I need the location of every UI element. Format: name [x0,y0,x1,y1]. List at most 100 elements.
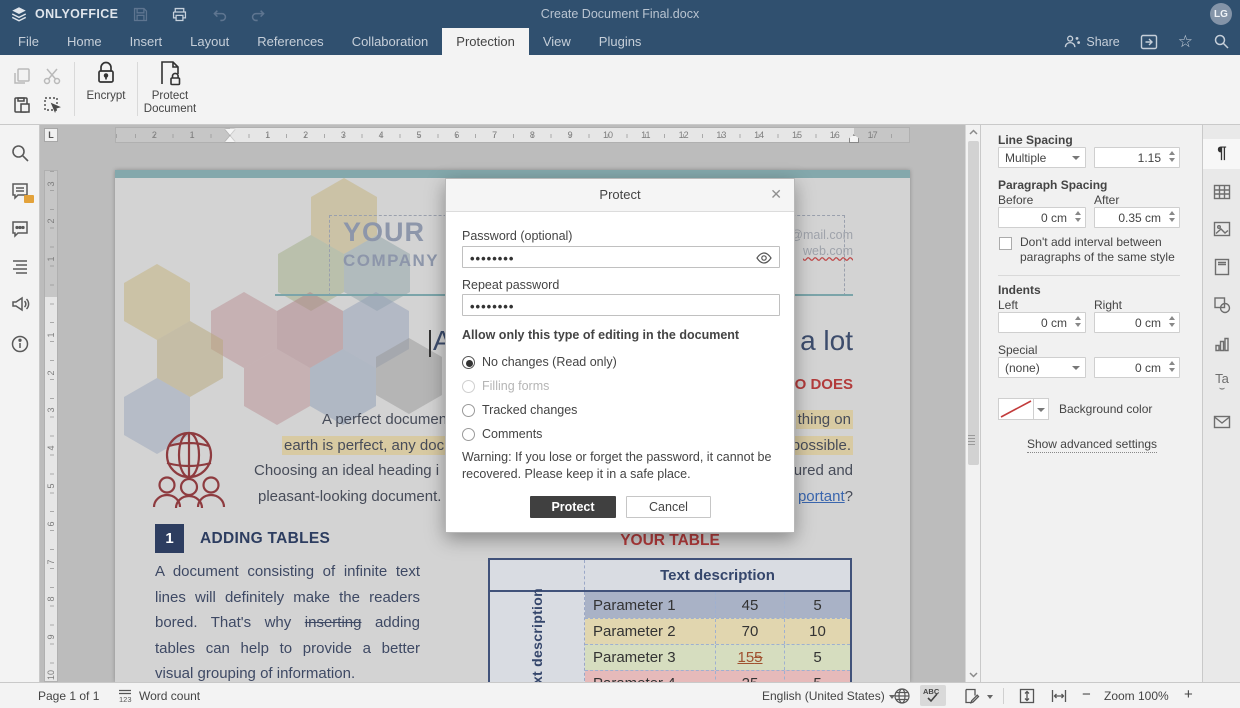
advanced-settings-link[interactable]: Show advanced settings [981,437,1203,451]
tab-protection[interactable]: Protection [442,28,529,55]
header-footer-settings-icon[interactable] [1212,257,1232,277]
body-line: pleasant-looking document. [258,487,441,506]
tab-view[interactable]: View [529,28,585,55]
hanging-indent-marker[interactable] [225,136,235,142]
special-dropdown[interactable]: (none) [998,357,1086,378]
share-button[interactable]: Share [1064,34,1119,49]
text-art-settings-icon[interactable]: Ta⌣ [1212,372,1232,392]
special-amount-spinner[interactable]: 0 cm [1094,357,1180,378]
image-settings-icon[interactable] [1212,219,1232,239]
copy-icon[interactable] [12,66,32,86]
body-line: Choosing an ideal heading i [254,461,439,480]
table-header-cell: Text description [585,560,850,590]
table-settings-icon[interactable] [1212,182,1232,202]
radio-label: Tracked changes [482,403,577,417]
track-changes-icon[interactable] [963,687,981,705]
indent-right-label: Right [1094,298,1122,312]
show-password-eye-icon[interactable] [756,252,772,264]
tab-file[interactable]: File [4,28,53,55]
word-count-button[interactable]: Word count [139,689,200,703]
background-color-dropdown[interactable] [1033,398,1049,420]
open-file-location-icon[interactable] [1140,34,1158,50]
select-all-icon[interactable] [42,95,62,115]
radio-option-no-changes-read-only-[interactable]: No changes (Read only) [462,354,617,370]
language-selector[interactable]: English (United States) [762,689,895,703]
encrypt-button[interactable]: Encrypt [78,59,134,121]
spell-check-toggle[interactable]: ABC [920,685,946,706]
scrollbar-thumb[interactable] [968,141,979,465]
radio-option-tracked-changes[interactable]: Tracked changes [462,402,577,418]
mail-merge-icon[interactable] [1212,412,1232,432]
tracked-change-value: 155 [737,649,762,666]
company-name-line2: COMPANY [343,251,439,271]
table-cell-value2: 5 [784,671,850,682]
fit-width-icon[interactable] [1050,687,1068,705]
radio-option-comments[interactable]: Comments [462,426,542,442]
repeat-password-input[interactable]: •••••••• [462,294,780,316]
tab-home[interactable]: Home [53,28,116,55]
cut-icon[interactable] [42,66,62,86]
spacing-after-spinner[interactable]: 0.35 cm [1094,207,1180,228]
tab-stop-selector[interactable]: L [44,128,58,142]
dialog-header[interactable]: Protect ✕ [446,179,794,212]
zoom-out-button[interactable]: − [1082,686,1091,703]
tab-references[interactable]: References [243,28,337,55]
spacing-before-spinner[interactable]: 0 cm [998,207,1086,228]
about-icon[interactable] [10,334,30,354]
avatar[interactable]: LG [1210,3,1232,25]
favorite-star-icon[interactable]: ☆ [1178,32,1193,52]
vertical-scrollbar[interactable] [965,125,980,682]
scroll-up-icon[interactable] [968,127,979,138]
chart-settings-icon[interactable] [1212,334,1232,354]
background-color-swatch[interactable] [998,398,1034,420]
paste-icon[interactable] [12,95,32,115]
scrollbar-grip[interactable] [968,435,975,445]
tab-collaboration[interactable]: Collaboration [338,28,443,55]
radio-option-filling-forms[interactable]: Filling forms [462,378,549,394]
track-changes-caret[interactable] [983,689,993,703]
search-icon[interactable] [10,143,30,163]
page-indicator[interactable]: Page 1 of 1 [38,689,99,703]
line-spacing-amount[interactable]: 1.15 [1094,147,1180,168]
zoom-level[interactable]: Zoom 100% [1104,689,1169,703]
tab-insert[interactable]: Insert [116,28,177,55]
shape-settings-icon[interactable] [1212,295,1232,315]
vertical-ruler[interactable]: 32112345678910 [44,170,58,682]
dialog-close-icon[interactable]: ✕ [770,186,782,203]
document-table[interactable]: Text description Text description Parame… [488,558,852,682]
horizontal-ruler[interactable]: 211234567891011121314151617 [115,127,910,143]
protect-document-button[interactable]: ProtectDocument [142,59,198,121]
table-cell-value1: 155 [715,645,784,670]
interval-checkbox[interactable] [999,237,1012,250]
comments-icon[interactable] [10,181,30,201]
set-language-globe-icon[interactable] [893,687,911,705]
chat-icon[interactable] [10,219,30,239]
v-ruler-number: 2 [46,370,56,375]
radio-button[interactable] [462,356,475,369]
contact-email-fragment: @mail.com [790,228,853,242]
tab-plugins[interactable]: Plugins [585,28,656,55]
share-label: Share [1086,35,1119,49]
zoom-in-button[interactable]: + [1184,686,1193,703]
line-spacing-dropdown[interactable]: Multiple [998,147,1086,168]
protect-confirm-button[interactable]: Protect [530,496,616,518]
paragraph-settings-icon[interactable]: ¶ [1212,143,1232,163]
scroll-down-icon[interactable] [968,669,979,680]
hyperlink-fragment[interactable]: portant [798,488,845,505]
first-line-indent-marker[interactable] [225,129,235,135]
radio-button[interactable] [462,404,475,417]
navigation-icon[interactable] [10,256,30,276]
h-ruler-number: 1 [265,130,270,140]
tab-layout[interactable]: Layout [176,28,243,55]
search-icon-top[interactable] [1213,33,1230,50]
indent-left-spinner[interactable]: 0 cm [998,312,1086,333]
password-label: Password (optional) [462,229,572,243]
radio-button[interactable] [462,428,475,441]
special-label: Special [998,343,1037,357]
radio-button[interactable] [462,380,475,393]
cancel-button[interactable]: Cancel [626,496,711,518]
fit-page-icon[interactable] [1018,687,1036,705]
password-input[interactable]: •••••••• [462,246,780,268]
indent-right-spinner[interactable]: 0 cm [1094,312,1180,333]
feedback-icon[interactable] [10,294,30,314]
